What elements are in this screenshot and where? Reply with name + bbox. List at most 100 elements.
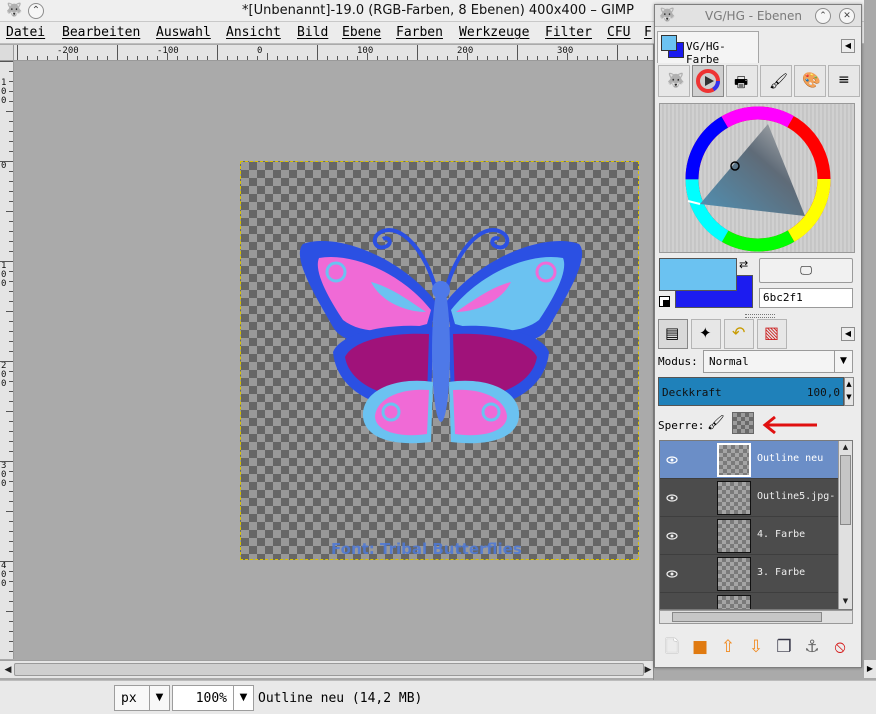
layers-horizontal-scrollbar[interactable] [659, 610, 853, 624]
scales-selector-tab[interactable]: ≡ [828, 65, 860, 97]
ruler-tick [507, 56, 508, 60]
ruler-tick [597, 56, 598, 60]
minimize-button[interactable]: ⌃ [815, 8, 831, 24]
color-triangle-wheel[interactable] [660, 104, 856, 254]
lock-pixels-icon[interactable]: 🖌 [707, 415, 725, 431]
color-picker-button[interactable]: 🖵 [759, 258, 853, 283]
menu-auswahl[interactable]: Auswahl [156, 25, 211, 40]
layer-row[interactable]: Outline5.jpg- [660, 479, 840, 517]
layer-row[interactable]: Outline neu [660, 441, 840, 479]
tab-menu-icon[interactable]: ◀ [841, 327, 855, 341]
color-wheel-area[interactable] [659, 103, 855, 253]
layers-icon: ▤ [665, 324, 680, 342]
scroll-down-icon[interactable]: ▼ [840, 596, 851, 607]
menu-ebene[interactable]: Ebene [342, 25, 381, 40]
scroll-up-icon[interactable]: ▲ [840, 442, 851, 453]
chevron-down-icon[interactable]: ▼ [834, 351, 852, 372]
layer-row[interactable]: 4. Farbe [660, 517, 840, 555]
new-group-button[interactable]: ■ [687, 633, 713, 661]
eye-icon[interactable] [666, 492, 678, 504]
hex-color-input[interactable]: 6bc2f1 [759, 288, 853, 308]
ruler-tick [9, 441, 13, 442]
paths-tab[interactable]: ✦ [691, 319, 721, 349]
vertical-ruler[interactable]: 100 0 100 200 300 400 [0, 61, 14, 659]
mode-select[interactable]: Normal ▼ [703, 350, 853, 373]
ruler-tick [47, 56, 48, 60]
lock-alpha-button[interactable] [732, 412, 754, 434]
lock-label: Sperre: [658, 419, 705, 432]
image-canvas[interactable]: Font: Tribal Butterflies [240, 161, 639, 560]
anchor-layer-button[interactable]: ⚓ [799, 633, 825, 661]
menu-filter[interactable]: Filter [545, 25, 592, 40]
ruler-corner[interactable] [0, 45, 14, 61]
menu-bild[interactable]: Bild [297, 25, 328, 40]
layer-name[interactable]: Outline5.jpg- [757, 491, 835, 502]
fgbg-color-tab[interactable]: VG/HG-Farbe [657, 31, 759, 66]
wheel-selector-tab[interactable] [692, 65, 724, 97]
status-message: Outline neu (14,2 MB) [258, 691, 423, 706]
menu-cfu[interactable]: CFU [607, 25, 630, 40]
zoom-select[interactable]: 100% ▼ [172, 685, 254, 711]
printer-icon: 🖶 [734, 73, 749, 91]
delete-layer-button[interactable]: ⦸ [827, 633, 853, 661]
default-colors-icon[interactable] [659, 296, 670, 307]
channels-tab[interactable]: ▧ [757, 319, 787, 349]
layers-list[interactable]: Outline neu Outline5.jpg- 4. Farbe 3. Fa… [659, 440, 853, 610]
menu-ansicht[interactable]: Ansicht [226, 25, 281, 40]
layer-name[interactable]: Outline neu [757, 453, 823, 464]
ruler-tick [257, 56, 258, 60]
scrollbar-thumb[interactable] [14, 663, 644, 676]
layer-row[interactable] [660, 593, 840, 609]
canvas-area[interactable]: Font: Tribal Butterflies [14, 61, 654, 659]
lower-layer-button[interactable]: ⇩ [743, 633, 769, 661]
gimp-logo-icon: 🐺 [659, 8, 676, 23]
watercolor-selector-tab[interactable]: 🖌 [760, 65, 792, 97]
ruler-tick [9, 541, 13, 542]
gimp-selector-tab[interactable]: 🐺 [658, 65, 690, 97]
pane-resize-grip[interactable] [745, 314, 775, 318]
paths-icon: ✦ [699, 324, 712, 342]
layer-name[interactable]: 4. Farbe [757, 529, 805, 540]
ruler-tick [517, 45, 518, 60]
duplicate-layer-button[interactable]: ❐ [771, 633, 797, 661]
foreground-color-swatch[interactable] [659, 258, 737, 291]
menu-bearbeiten[interactable]: Bearbeiten [62, 25, 140, 40]
ruler-tick [177, 56, 178, 60]
scrollbar-thumb[interactable] [672, 612, 822, 622]
chevron-down-icon[interactable]: ▼ [149, 686, 169, 710]
unit-select[interactable]: px ▼ [114, 685, 170, 711]
palette-selector-tab[interactable]: 🎨 [794, 65, 826, 97]
menu-werkzeuge[interactable]: Werkzeuge [459, 25, 529, 40]
menu-farben[interactable]: Farben [396, 25, 443, 40]
swap-colors-icon[interactable]: ⇄ [739, 258, 748, 271]
opacity-slider[interactable]: Deckkraft 100,0 [658, 377, 844, 406]
layers-vertical-scrollbar[interactable]: ▲ ▼ [838, 441, 852, 609]
canvas-horizontal-scrollbar[interactable]: ◀ ▶ [0, 660, 654, 678]
close-button[interactable]: ✕ [839, 8, 855, 24]
layer-row[interactable]: 3. Farbe [660, 555, 840, 593]
scroll-right-icon[interactable]: ▶ [864, 660, 876, 678]
menu-f[interactable]: F [644, 25, 652, 40]
chevron-down-icon[interactable]: ▼ [233, 686, 253, 710]
ruler-tick [9, 371, 13, 372]
new-layer-icon: 🗋 [665, 637, 679, 657]
new-layer-button[interactable]: 🗋 [659, 633, 685, 661]
scrollbar-thumb[interactable] [840, 455, 851, 525]
undo-history-tab[interactable]: ↶ [724, 319, 754, 349]
raise-layer-button[interactable]: ⇧ [715, 633, 741, 661]
cmyk-selector-tab[interactable]: 🖶 [726, 65, 758, 97]
dock-titlebar[interactable]: 🐺 VG/HG - Ebenen ⌃ ✕ [655, 5, 861, 27]
eye-icon[interactable] [666, 530, 678, 542]
ruler-tick [9, 381, 13, 382]
menu-datei[interactable]: Datei [6, 25, 45, 40]
tab-menu-icon[interactable]: ◀ [841, 39, 855, 53]
ruler-tick [9, 121, 13, 122]
eye-icon[interactable] [666, 454, 678, 466]
scroll-left-icon[interactable]: ◀ [2, 664, 14, 676]
ruler-v-label: 100 [1, 78, 7, 106]
eye-icon[interactable] [666, 568, 678, 580]
layers-tab[interactable]: ▤ [658, 319, 688, 349]
opacity-spinner[interactable]: ▲ ▼ [844, 377, 854, 406]
layer-name[interactable]: 3. Farbe [757, 567, 805, 578]
horizontal-ruler[interactable]: -200 -100 0 100 200 300 400 [14, 45, 664, 61]
